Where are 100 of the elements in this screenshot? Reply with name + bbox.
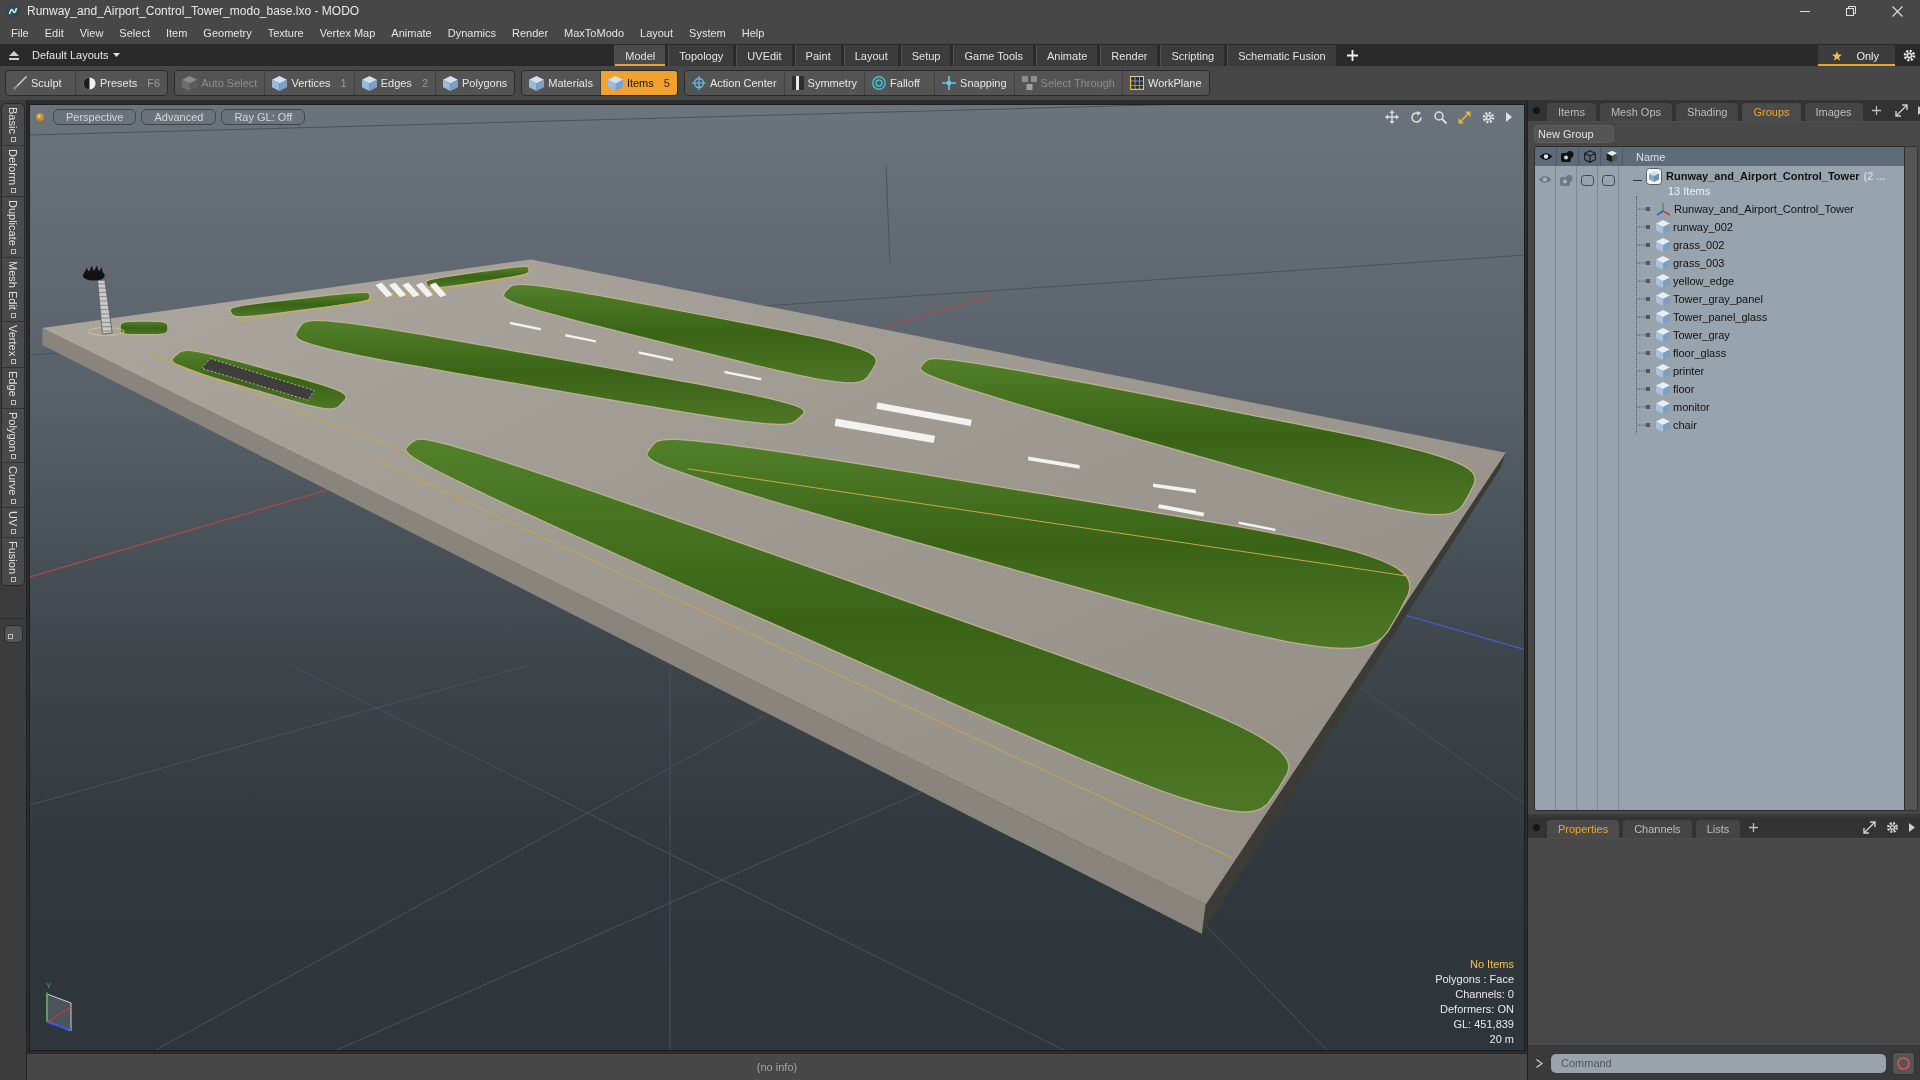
menu-item[interactable]: Layout	[632, 24, 682, 42]
layout-tab[interactable]: UVEdit	[736, 45, 792, 66]
layout-tab[interactable]: Render	[1100, 45, 1158, 66]
side-tab[interactable]: Basic	[2, 104, 24, 146]
tool-button[interactable]: Vertices 1	[265, 71, 355, 95]
tree-item-label[interactable]: floor_glass	[1673, 347, 1727, 359]
side-tab[interactable]: Fusion	[2, 538, 24, 586]
tree-item-label[interactable]: chair	[1673, 419, 1697, 431]
new-group-button[interactable]: New Group	[1534, 125, 1614, 143]
panel-tab[interactable]: Groups	[1742, 103, 1801, 121]
menu-item[interactable]: File	[3, 24, 37, 42]
command-field[interactable]: Command	[1551, 1053, 1886, 1073]
panel-tab[interactable]: Properties	[1547, 820, 1620, 838]
layout-tab[interactable]: Scripting	[1160, 45, 1225, 66]
settings-icon[interactable]	[1903, 49, 1916, 62]
side-tab[interactable]: Edge	[2, 367, 24, 409]
shaded-cube-icon[interactable]	[1605, 150, 1618, 163]
tool-button[interactable]: Items 5	[600, 71, 677, 95]
side-tab[interactable]: UV	[2, 507, 24, 539]
menu-item[interactable]: MaxToModo	[556, 24, 632, 42]
only-toggle[interactable]: Only	[1818, 45, 1895, 66]
menu-item[interactable]: Vertex Map	[311, 24, 384, 42]
tool-button[interactable]: Presets F6	[76, 71, 168, 95]
menu-item[interactable]: Item	[157, 24, 196, 42]
tool-button[interactable]: Edges 2	[354, 71, 436, 95]
rounded-square-icon[interactable]	[1601, 175, 1615, 186]
tree-item-label[interactable]: printer	[1673, 365, 1705, 377]
tree-item-label[interactable]: Tower_panel_glass	[1673, 311, 1768, 323]
side-tab[interactable]: Curve	[2, 463, 24, 508]
panel-tab[interactable]: Lists	[1695, 820, 1741, 838]
panel-tab[interactable]: Items	[1547, 103, 1596, 121]
rounded-square-icon[interactable]	[1580, 175, 1594, 186]
expand-icon[interactable]	[1894, 104, 1908, 117]
plus-icon[interactable]	[1749, 823, 1759, 832]
layout-dropdown[interactable]: Default Layouts	[32, 47, 121, 63]
menu-item[interactable]: Render	[504, 24, 557, 42]
menu-item[interactable]: Select	[111, 24, 158, 42]
move-arrows-icon[interactable]	[1385, 110, 1399, 124]
tree-item-label[interactable]: yellow_edge	[1673, 275, 1735, 287]
side-tab[interactable]: Mesh Edit	[2, 257, 24, 322]
rotate-icon[interactable]	[1410, 110, 1423, 124]
record-button[interactable]	[1892, 1051, 1915, 1075]
camera-icon[interactable]	[1561, 151, 1574, 162]
side-tab[interactable]: Duplicate	[2, 196, 24, 258]
tree-item-label[interactable]: grass_003	[1673, 257, 1725, 269]
layout-tab[interactable]: Setup	[900, 45, 951, 66]
panel-tab[interactable]: Shading	[1676, 103, 1739, 121]
menu-item[interactable]: Dynamics	[439, 24, 504, 42]
menu-item[interactable]: Edit	[36, 24, 72, 42]
column-header[interactable]: Name	[1623, 150, 1666, 163]
tool-button[interactable]: WorkPlane	[1123, 71, 1209, 95]
triangle-icon[interactable]	[1909, 823, 1915, 832]
search-icon[interactable]	[1434, 110, 1447, 124]
tool-button[interactable]: Polygons	[436, 71, 515, 95]
settings-icon[interactable]	[1886, 821, 1899, 834]
scrollbar[interactable]	[1905, 146, 1918, 811]
menu-item[interactable]: Animate	[383, 24, 440, 42]
menu-item[interactable]: View	[71, 24, 112, 42]
panel-toggle-button[interactable]	[3, 625, 23, 644]
panel-tab[interactable]: Mesh Ops	[1599, 103, 1673, 121]
panel-tab[interactable]: Channels	[1623, 820, 1692, 838]
tree-item-label[interactable]: grass_002	[1673, 239, 1725, 251]
side-tab[interactable]: Deform	[2, 145, 24, 197]
tool-button[interactable]: Materials	[522, 71, 601, 95]
menu-item[interactable]: Help	[733, 24, 773, 42]
layout-tab[interactable]: Paint	[794, 45, 841, 66]
cube-icon	[607, 75, 623, 91]
tree-item-label[interactable]: monitor	[1673, 401, 1710, 413]
triangle-icon[interactable]	[1506, 112, 1512, 122]
layout-tab[interactable]: Topology	[668, 45, 734, 66]
layout-tab[interactable]: Schematic Fusion	[1227, 45, 1336, 66]
menu-item[interactable]: Texture	[259, 24, 312, 42]
layout-tab[interactable]: Animate	[1035, 45, 1098, 66]
menu-item[interactable]: Geometry	[195, 24, 260, 42]
tool-button[interactable]: Snapping	[935, 71, 1015, 95]
up-triangle-icon[interactable]	[9, 50, 19, 60]
eye-icon[interactable]	[1538, 152, 1553, 161]
tool-button[interactable]: Falloff	[865, 71, 936, 95]
tree-item-label[interactable]: Tower_gray	[1673, 329, 1730, 341]
indicator-dot-icon[interactable]	[36, 113, 44, 121]
tool-button[interactable]: Sculpt	[6, 71, 76, 95]
tree-item-label[interactable]: floor	[1673, 383, 1695, 395]
menu-item[interactable]: System	[681, 24, 734, 42]
tree-item-label[interactable]: Runway_and_Airport_Control_Tower	[1674, 203, 1854, 215]
ring-icon	[1897, 1056, 1910, 1070]
side-tab[interactable]: Vertex	[2, 321, 24, 368]
tree-item-label[interactable]: runway_002	[1673, 221, 1733, 233]
expand-icon[interactable]	[1863, 821, 1876, 834]
tool-button[interactable]: Action Center	[684, 71, 785, 95]
plus-icon[interactable]	[1871, 106, 1881, 115]
side-tab[interactable]: Polygon	[2, 408, 24, 464]
tree-item-label[interactable]: Tower_gray_panel	[1673, 293, 1763, 305]
tool-button[interactable]: Symmetry	[784, 71, 866, 95]
expand-arrows-icon[interactable]	[1458, 110, 1471, 124]
layout-tab[interactable]: Layout	[843, 45, 898, 66]
cube-outline-icon[interactable]	[1583, 150, 1596, 163]
group-name[interactable]: Runway_and_Airport_Control_Tower	[1666, 170, 1860, 182]
panel-tab[interactable]: Images	[1804, 103, 1863, 121]
layout-tab[interactable]: Model	[614, 45, 666, 66]
layout-tab[interactable]: Game Tools	[953, 45, 1033, 66]
